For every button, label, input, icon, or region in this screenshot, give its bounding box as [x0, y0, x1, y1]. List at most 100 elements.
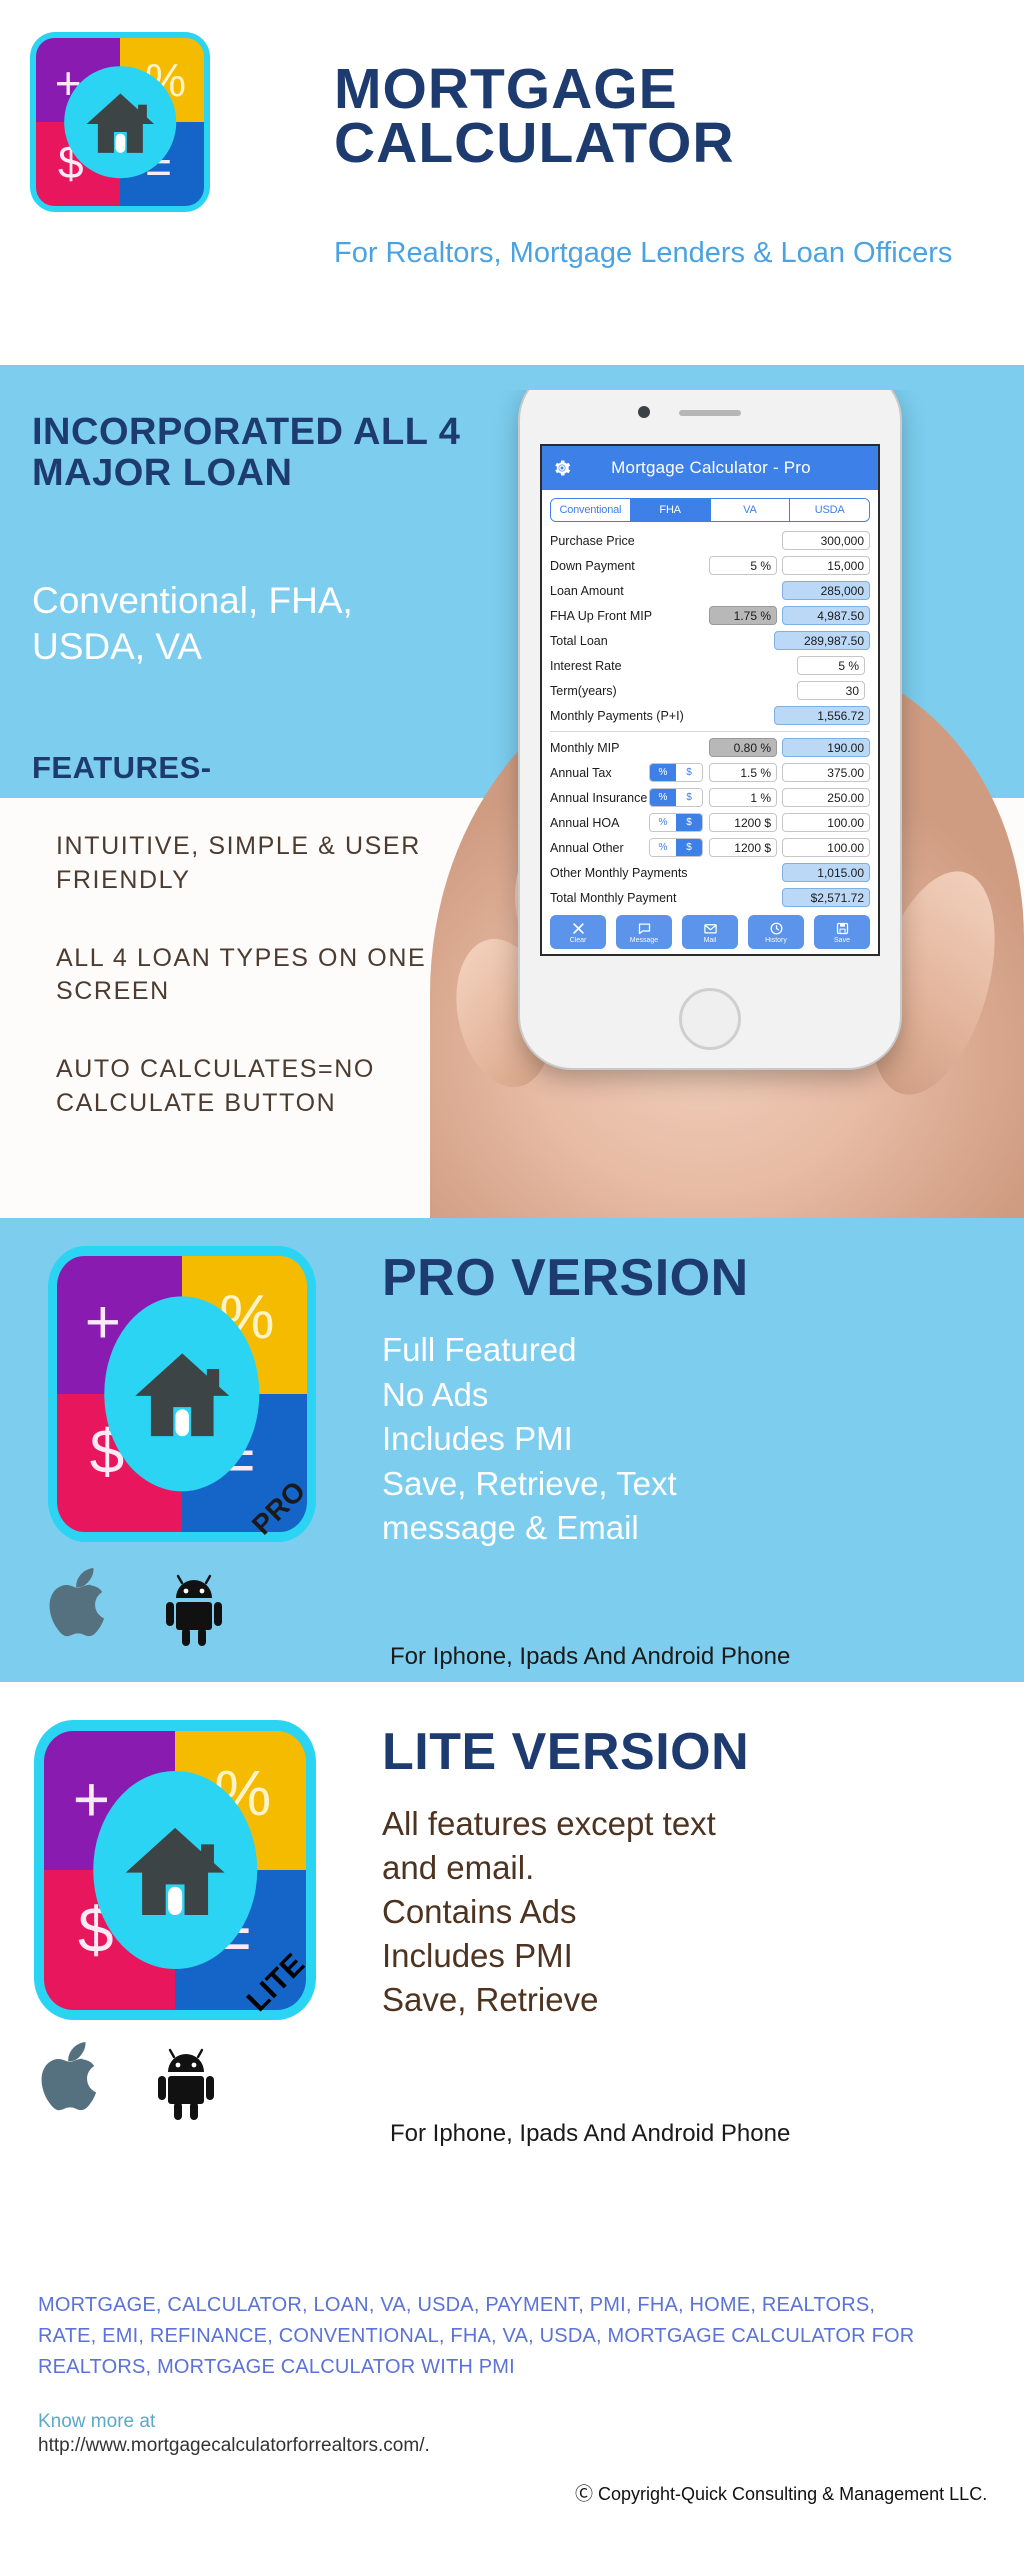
pro-version-section: + % $ = PRO PRO VER — [0, 1218, 1024, 1682]
home-button[interactable] — [679, 988, 741, 1050]
page-subtitle: For Realtors, Mortgage Lenders & Loan Of… — [334, 237, 953, 269]
toggle-dollar[interactable]: $ — [676, 839, 702, 856]
annual-tax-rate-field[interactable]: 1.5 % — [709, 763, 777, 782]
table-row: Monthly MIP 0.80 % 190.00 — [550, 735, 870, 760]
app-icon-header: + % $ = — [30, 32, 210, 212]
app-icon-pro: + % $ = PRO — [48, 1246, 316, 1542]
house-circle — [93, 1771, 257, 1969]
toggle-dollar[interactable]: $ — [676, 789, 702, 806]
row-label: Term(years) — [550, 683, 617, 698]
table-row: Purchase Price 300,000 — [550, 528, 870, 553]
list-item: Contains Ads — [382, 1892, 577, 1930]
row-label: Annual Other — [550, 840, 624, 855]
house-circle — [104, 1296, 260, 1492]
phone-screen: Mortgage Calculator - Pro Conventional F… — [540, 444, 880, 956]
term-years-field[interactable]: 30 — [797, 681, 865, 700]
clear-button[interactable]: Clear — [550, 915, 606, 949]
button-label: Clear — [569, 936, 587, 944]
page-title: MORTGAGE CALCULATOR — [334, 61, 974, 172]
feature-headline: INCORPORATED ALL 4 MAJOR LOAN — [32, 411, 461, 495]
know-more-label: Know more at — [38, 2411, 156, 2432]
app-title: Mortgage Calculator - Pro — [611, 458, 811, 477]
row-label: Down Payment — [550, 558, 635, 573]
history-button[interactable]: History — [748, 915, 804, 949]
table-row: Interest Rate 5 % — [550, 653, 870, 678]
house-icon — [125, 1827, 225, 1915]
toggle-percent[interactable]: % — [650, 839, 676, 856]
row-label: Other Monthly Payments — [550, 865, 688, 880]
table-row: Loan Amount 285,000 — [550, 578, 870, 603]
list-item: Full Featured — [382, 1331, 577, 1368]
annual-other-amount-field[interactable]: 100.00 — [782, 838, 870, 857]
interest-rate-field[interactable]: 5 % — [797, 656, 865, 675]
close-icon — [572, 922, 584, 934]
fha-mip-value: 4,987.50 — [782, 606, 870, 625]
tab-va[interactable]: VA — [710, 499, 791, 521]
toggle-percent[interactable]: % — [650, 789, 676, 806]
annual-tax-amount-field[interactable]: 375.00 — [782, 763, 870, 782]
house-icon — [134, 1353, 230, 1437]
loan-type-tabs: Conventional FHA VA USDA — [550, 498, 870, 522]
pro-store-icons — [48, 1568, 224, 1646]
house-circle — [64, 66, 176, 178]
annual-insurance-rate-field[interactable]: 1 % — [709, 788, 777, 807]
save-button[interactable]: Save — [814, 915, 870, 949]
table-row: Annual Insurance % $ 1 % 250.00 — [550, 785, 870, 810]
tab-fha[interactable]: FHA — [630, 499, 711, 521]
section-divider — [550, 731, 870, 732]
list-item: Includes PMI — [382, 1420, 573, 1458]
app-titlebar: Mortgage Calculator - Pro — [542, 446, 878, 490]
table-row: Monthly Payments (P+I) 1,556.72 — [550, 703, 870, 728]
table-row: Down Payment 5 % 15,000 — [550, 553, 870, 578]
tab-usda[interactable]: USDA — [790, 499, 869, 521]
toggle-percent[interactable]: % — [650, 814, 676, 831]
annual-hoa-amount-field[interactable]: 100.00 — [782, 813, 870, 832]
toggle-dollar[interactable]: $ — [676, 814, 702, 831]
infographic-page: + % $ = MORTGAGE CALCULATOR For Realtors… — [0, 0, 1024, 2560]
toggle-percent[interactable]: % — [650, 764, 676, 781]
clock-rewind-icon — [770, 922, 782, 934]
purchase-price-field[interactable]: 300,000 — [782, 531, 870, 550]
down-payment-percent-field[interactable]: 5 % — [709, 556, 777, 575]
button-label: Save — [834, 936, 850, 944]
table-row: Total Loan 289,987.50 — [550, 628, 870, 653]
row-label: Interest Rate — [550, 658, 622, 673]
website-url[interactable]: http://www.mortgagecalculatorforrealtors… — [38, 2434, 468, 2458]
list-item: Save, Retrieve, Text — [382, 1464, 677, 1502]
lite-store-icons — [40, 2042, 216, 2120]
table-row: Annual Tax % $ 1.5 % 375.00 — [550, 760, 870, 785]
annual-other-rate-field[interactable]: 1200 $ — [709, 838, 777, 857]
fha-mip-percent-field[interactable]: 1.75 % — [709, 606, 777, 625]
annual-insurance-amount-field[interactable]: 250.00 — [782, 788, 870, 807]
pro-platform-note: For Iphone, Ipads And Android Phone — [390, 1643, 791, 1670]
button-label: Message — [629, 936, 659, 944]
row-label: Annual Tax — [550, 765, 612, 780]
list-item: ALL 4 LOAN TYPES ON ONE SCREEN — [56, 943, 427, 1006]
keyword-list: MORTGAGE, CALCULATOR, LOAN, VA, USDA, PA… — [38, 2294, 915, 2378]
camera-icon — [638, 406, 650, 418]
apple-logo-icon — [49, 1568, 105, 1637]
annual-insurance-unit-toggle[interactable]: % $ — [649, 788, 703, 807]
annual-tax-unit-toggle[interactable]: % $ — [649, 763, 703, 782]
loan-types-text: Conventional, FHA, USDA, VA — [32, 580, 353, 668]
mail-button[interactable]: Mail — [682, 915, 738, 949]
toggle-dollar[interactable]: $ — [676, 764, 702, 781]
annual-hoa-rate-field[interactable]: 1200 $ — [709, 813, 777, 832]
down-payment-amount-field[interactable]: 15,000 — [782, 556, 870, 575]
annual-hoa-unit-toggle[interactable]: % $ — [649, 813, 703, 832]
list-item: Save, Retrieve — [382, 1980, 599, 2018]
row-label: Annual Insurance — [550, 790, 648, 805]
gear-icon[interactable] — [552, 458, 572, 478]
row-label: Annual HOA — [550, 815, 620, 830]
total-loan-value: 289,987.50 — [774, 631, 870, 650]
speaker-grille — [679, 410, 741, 416]
monthly-mip-percent-field[interactable]: 0.80 % — [709, 738, 777, 757]
table-row: Total Monthly Payment $2,571.72 — [550, 885, 870, 910]
list-item: All features except text — [382, 1805, 716, 1842]
monthly-mip-value: 190.00 — [782, 738, 870, 757]
message-button[interactable]: Message — [616, 915, 672, 949]
annual-other-unit-toggle[interactable]: % $ — [649, 838, 703, 857]
app-icon-lite: + % $ = LITE — [34, 1720, 316, 2020]
tab-conventional[interactable]: Conventional — [551, 499, 631, 521]
list-item: AUTO CALCULATES=NO CALCULATE BUTTON — [56, 1055, 375, 1117]
